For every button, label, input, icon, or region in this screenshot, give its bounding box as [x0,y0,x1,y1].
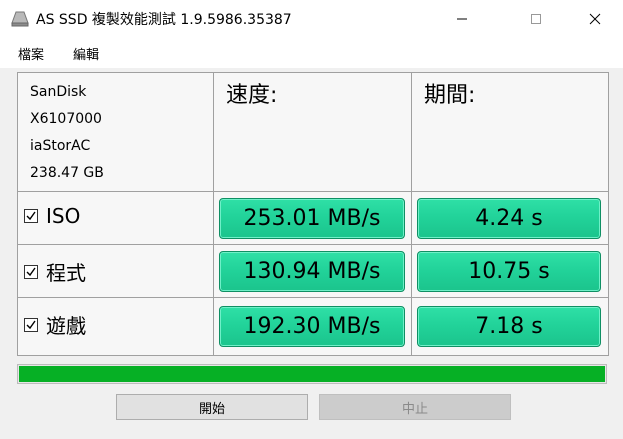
drive-icon [11,11,29,27]
duration-header-cell: 期間: [412,73,608,192]
drive-name: SanDisk [30,84,87,100]
menu-file[interactable]: 檔案 [18,44,44,63]
close-icon [589,13,601,25]
iso-duration-cell: 4.24 s [412,192,608,245]
drive-size: 238.47 GB [30,165,104,181]
iso-speed-cell: 253.01 MB/s [214,192,412,245]
duration-column-header: 期間: [424,83,476,108]
game-test-toggle[interactable]: 遊戲 [24,310,86,339]
minimize-icon [457,18,467,20]
results-panel: SanDisk X6107000 iaStorAC 238.47 GB 速度: … [17,72,609,356]
drive-model: X6107000 [30,111,102,127]
iso-checkbox[interactable] [24,209,38,223]
progress-bar [17,364,607,384]
maximize-button[interactable] [513,0,559,38]
iso-speed-value: 253.01 MB/s [219,198,405,239]
speed-header-cell: 速度: [214,73,412,192]
program-test-toggle[interactable]: 程式 [24,257,86,286]
minimize-button[interactable] [439,0,485,38]
program-test-label: 程式 [46,261,86,285]
test-row-iso-label: ISO [18,192,214,245]
game-speed-cell: 192.30 MB/s [214,298,412,355]
program-checkbox[interactable] [24,264,38,279]
game-test-label: 遊戲 [46,314,86,338]
game-checkbox[interactable] [24,317,38,332]
program-duration-cell: 10.75 s [412,245,608,298]
checkmark-icon [26,211,36,221]
test-row-program-label: 程式 [18,245,214,298]
drive-info: SanDisk X6107000 iaStorAC 238.47 GB [30,79,104,187]
maximize-icon [531,14,541,24]
speed-column-header: 速度: [226,83,278,108]
program-speed-value: 130.94 MB/s [219,251,405,292]
close-button[interactable] [572,0,618,38]
program-speed-cell: 130.94 MB/s [214,245,412,298]
game-duration-cell: 7.18 s [412,298,608,355]
game-speed-value: 192.30 MB/s [219,306,405,347]
drive-info-cell: SanDisk X6107000 iaStorAC 238.47 GB [18,73,214,192]
checkmark-icon [26,320,36,329]
checkmark-icon [26,267,36,276]
iso-test-toggle[interactable]: ISO [24,204,80,228]
iso-duration-value: 4.24 s [417,198,601,239]
drive-driver: iaStorAC [30,138,91,154]
progress-fill [19,366,605,382]
game-duration-value: 7.18 s [417,306,601,347]
title-bar: AS SSD 複製效能測試 1.9.5986.35387 [0,0,623,38]
test-row-game-label: 遊戲 [18,298,214,355]
program-duration-value: 10.75 s [417,251,601,292]
window-title: AS SSD 複製效能測試 1.9.5986.35387 [36,12,292,28]
menu-bar: 檔案 編輯 [0,38,623,68]
menu-edit[interactable]: 編輯 [73,44,99,63]
iso-test-label: ISO [46,204,81,228]
stop-button[interactable]: 中止 [319,394,511,420]
start-button[interactable]: 開始 [116,394,308,420]
